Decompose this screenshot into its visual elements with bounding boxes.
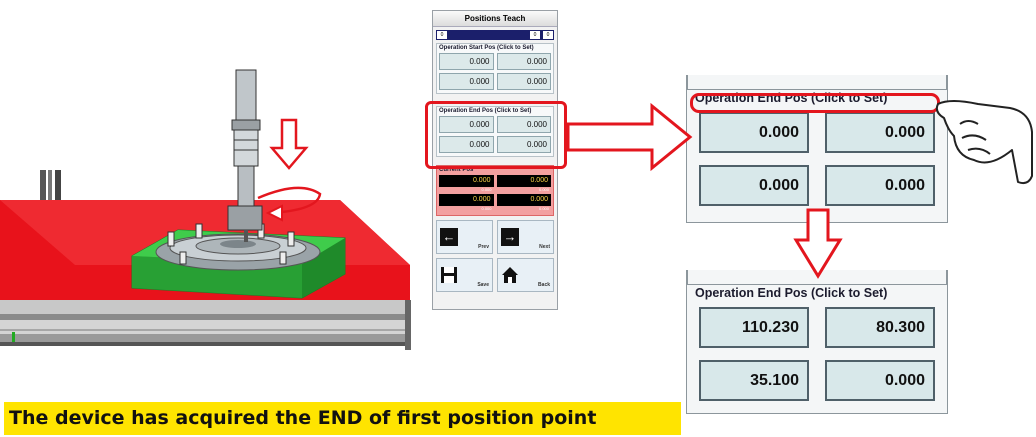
right-arrow xyxy=(566,102,693,172)
caption-banner: The device has acquired the END of first… xyxy=(4,402,681,435)
hand-pointer-icon xyxy=(935,100,1033,185)
overlay-arrows xyxy=(566,100,1033,279)
down-arrow xyxy=(793,208,843,279)
